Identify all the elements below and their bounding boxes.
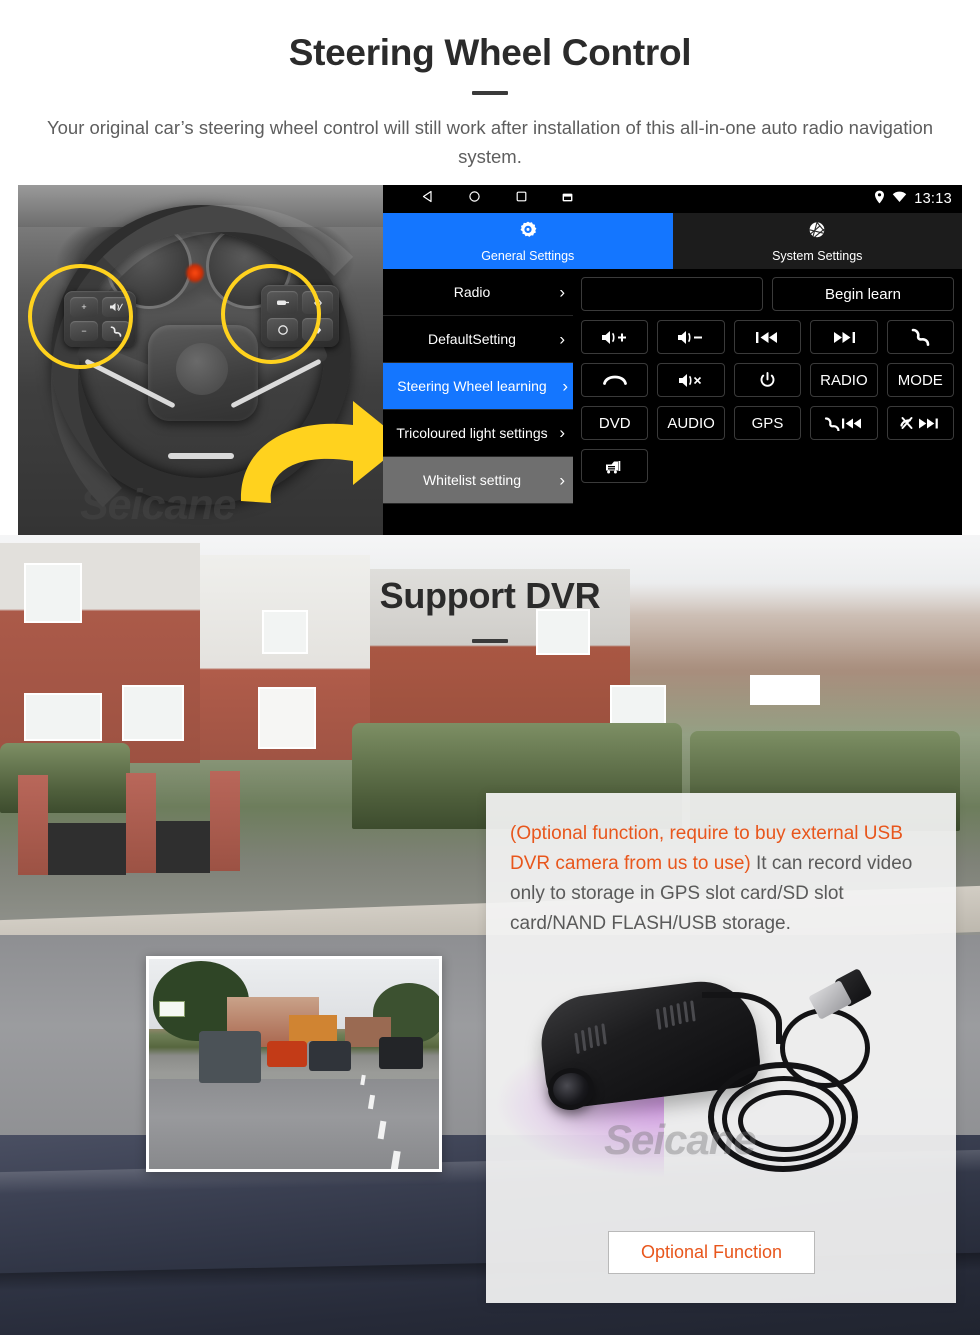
steering-control-panel: + − Seicane 13:13 General Settings Syste… bbox=[18, 185, 962, 535]
dvr-camera-photo: Seicane bbox=[494, 968, 948, 1218]
aperture-icon bbox=[806, 220, 828, 247]
wifi-icon bbox=[892, 190, 907, 208]
brick-pillar bbox=[126, 773, 156, 873]
tab-system-settings-label: System Settings bbox=[772, 248, 863, 263]
home-icon[interactable] bbox=[468, 190, 481, 208]
dashcam-preview-thumbnail bbox=[146, 956, 442, 1172]
screenshot-icon[interactable] bbox=[562, 190, 573, 208]
menu-item-whitelist-setting-label: Whitelist setting bbox=[422, 471, 522, 488]
menu-item-tricoloured-light-settings[interactable]: Tricoloured light settings › bbox=[383, 410, 573, 457]
volume-mute-button[interactable] bbox=[657, 363, 725, 397]
page-title: Steering Wheel Control bbox=[288, 32, 692, 73]
android-status-bar: 13:13 bbox=[383, 185, 962, 213]
menu-item-defaultsetting[interactable]: DefaultSetting › bbox=[383, 316, 573, 363]
brick-pillar bbox=[210, 771, 240, 871]
chevron-right-icon: › bbox=[559, 423, 565, 442]
chevron-right-icon: › bbox=[559, 470, 565, 490]
volume-up-button[interactable] bbox=[581, 320, 649, 354]
chrome-trim-bottom bbox=[168, 453, 234, 459]
pointer-arrow-icon bbox=[233, 385, 408, 505]
preview-vehicle bbox=[309, 1041, 351, 1071]
learn-key-input[interactable] bbox=[581, 277, 763, 311]
title-divider bbox=[472, 91, 508, 95]
chevron-right-icon: › bbox=[559, 282, 565, 302]
menu-item-steering-wheel-learning[interactable]: Steering Wheel learning › bbox=[383, 363, 573, 410]
dvr-title-divider bbox=[472, 639, 508, 643]
car-screen-button[interactable] bbox=[581, 449, 649, 483]
head-unit-screen: 13:13 General Settings System Settings R… bbox=[383, 185, 962, 535]
callend-next-button[interactable] bbox=[886, 406, 954, 440]
menu-item-radio-label: Radio bbox=[453, 283, 491, 300]
dvd-button[interactable]: DVD bbox=[581, 406, 649, 440]
previous-track-button[interactable] bbox=[733, 320, 802, 354]
menu-item-defaultsetting-label: DefaultSetting bbox=[428, 330, 516, 347]
back-icon[interactable] bbox=[421, 190, 434, 208]
gear-icon bbox=[517, 220, 539, 247]
street-sign bbox=[750, 675, 820, 705]
dvr-section-title: Support DVR bbox=[379, 575, 601, 616]
iron-fence bbox=[156, 821, 210, 873]
steering-wheel-header: Steering Wheel Control Your original car… bbox=[0, 0, 980, 185]
learning-panel: Begin learn RADIO MODE DVD AUDIO GPS bbox=[573, 269, 962, 535]
menu-item-whitelist-setting[interactable]: Whitelist setting › bbox=[383, 457, 573, 504]
highlight-circle-right bbox=[221, 264, 321, 364]
optional-function-button[interactable]: Optional Function bbox=[608, 1231, 815, 1274]
settings-tab-bar[interactable]: General Settings System Settings bbox=[383, 213, 962, 269]
location-pin-icon bbox=[874, 190, 885, 209]
preview-vehicle bbox=[267, 1041, 307, 1067]
brick-pillar bbox=[18, 775, 48, 875]
page-subtitle: Your original car’s steering wheel contr… bbox=[46, 117, 934, 167]
tab-general-settings-label: General Settings bbox=[481, 248, 575, 263]
porch bbox=[258, 687, 316, 749]
function-button-grid[interactable]: RADIO MODE DVD AUDIO GPS bbox=[581, 320, 954, 483]
mode-button[interactable]: MODE bbox=[886, 363, 954, 397]
support-dvr-panel: Support DVR (Optional function, require … bbox=[0, 535, 980, 1335]
power-button[interactable] bbox=[733, 363, 802, 397]
tab-general-settings[interactable]: General Settings bbox=[383, 213, 673, 269]
call-hangup-button[interactable] bbox=[581, 363, 649, 397]
status-icons: 13:13 bbox=[874, 185, 952, 213]
settings-body: Radio › DefaultSetting › Steering Wheel … bbox=[383, 269, 962, 535]
android-nav-bar[interactable] bbox=[421, 185, 573, 213]
window bbox=[122, 685, 184, 741]
usb-cable-coil bbox=[738, 1090, 834, 1152]
dvr-note: (Optional function, require to buy exter… bbox=[510, 819, 940, 939]
tab-system-settings[interactable]: System Settings bbox=[672, 213, 962, 269]
learning-top-row: Begin learn bbox=[581, 277, 954, 311]
menu-item-radio[interactable]: Radio › bbox=[383, 269, 573, 316]
next-track-button[interactable] bbox=[810, 320, 878, 354]
dvr-info-card: (Optional function, require to buy exter… bbox=[486, 793, 956, 1303]
highlight-circle-left bbox=[28, 264, 133, 369]
menu-item-steering-wheel-learning-label: Steering Wheel learning bbox=[397, 377, 547, 394]
preview-vehicle bbox=[199, 1031, 261, 1083]
recents-icon[interactable] bbox=[515, 190, 528, 208]
gps-button[interactable]: GPS bbox=[733, 406, 802, 440]
window bbox=[610, 685, 666, 727]
chevron-right-icon: › bbox=[562, 376, 568, 396]
iron-fence bbox=[48, 823, 126, 875]
window bbox=[24, 693, 102, 741]
audio-button[interactable]: AUDIO bbox=[657, 406, 725, 440]
volume-down-button[interactable] bbox=[657, 320, 725, 354]
radio-button[interactable]: RADIO bbox=[810, 363, 878, 397]
call-answer-button[interactable] bbox=[886, 320, 954, 354]
usb-cable bbox=[702, 992, 782, 1044]
settings-menu-list[interactable]: Radio › DefaultSetting › Steering Wheel … bbox=[383, 269, 573, 535]
menu-item-tricoloured-light-settings-label: Tricoloured light settings bbox=[396, 425, 548, 441]
page-root: Steering Wheel Control Your original car… bbox=[0, 0, 980, 1335]
status-clock: 13:13 bbox=[914, 191, 952, 207]
preview-roadsign bbox=[159, 1001, 185, 1017]
chevron-right-icon: › bbox=[559, 329, 565, 349]
begin-learn-button[interactable]: Begin learn bbox=[772, 277, 954, 311]
call-previous-button[interactable] bbox=[810, 406, 878, 440]
preview-vehicle bbox=[379, 1037, 423, 1069]
